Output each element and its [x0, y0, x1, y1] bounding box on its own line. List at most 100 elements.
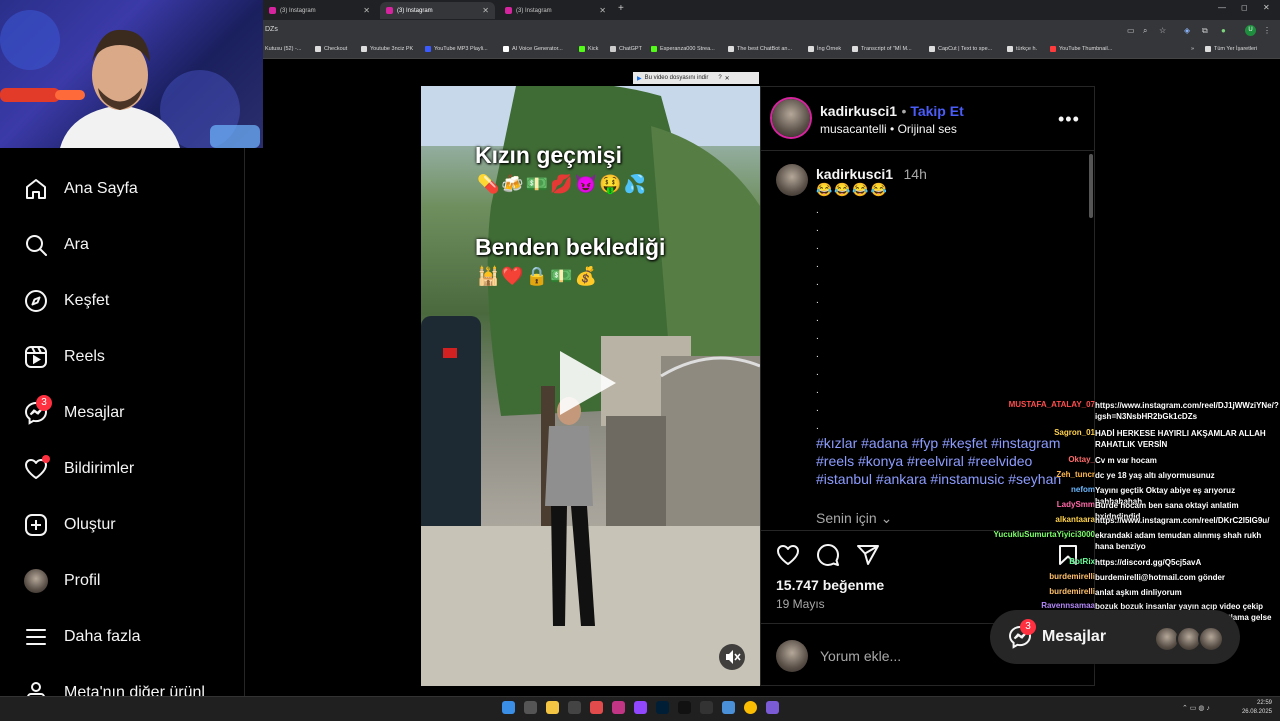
comment-icon[interactable] [816, 543, 840, 572]
close-tab-icon[interactable]: ✕ [599, 6, 606, 15]
tray-icons[interactable]: ⌃ ▭ ◍ ♪ [1182, 704, 1210, 712]
photoshop-icon[interactable] [656, 701, 669, 714]
kick-icon [651, 46, 657, 52]
likes-count[interactable]: 15.747 beğenme [776, 577, 884, 593]
compass-icon [24, 289, 48, 313]
plus-square-icon [24, 513, 48, 537]
video-emoji-line2: 🕌❤️🔒💵💰 [477, 266, 600, 286]
chatbot-icon [728, 46, 734, 52]
bookmark-item[interactable]: The best ChatBot an... [728, 46, 792, 52]
close-tab-icon[interactable]: ✕ [363, 6, 370, 15]
close-tab-icon[interactable]: ✕ [482, 6, 489, 15]
audio-info[interactable]: musacantelli • Orijinal ses [820, 122, 957, 136]
app-icon[interactable] [722, 701, 735, 714]
bookmark-item[interactable]: YouTube Thumbnail... [1050, 46, 1112, 52]
menu-icon [24, 625, 48, 649]
minimize-icon[interactable]: — [1218, 3, 1226, 12]
obs-icon[interactable] [568, 701, 581, 714]
sidebar-item-more[interactable]: Daha fazla [24, 625, 141, 649]
author-username[interactable]: kadirkusci1 [820, 103, 897, 119]
see-translation[interactable]: Senin için ⌄ [816, 510, 892, 527]
capcut-app-icon[interactable] [700, 701, 713, 714]
instagram-icon [269, 7, 276, 14]
sidebar-item-explore[interactable]: Keşfet [24, 289, 109, 313]
bookmark-item[interactable]: CapCut | Text to spe... [929, 46, 992, 52]
close-download-icon[interactable]: ✕ [725, 75, 730, 82]
video-download-bar[interactable]: ▶ Bu video dosyasını indir ? ✕ [633, 72, 759, 84]
twitch-icon[interactable] [634, 701, 647, 714]
messages-floating-button[interactable]: 3 Mesajlar [990, 610, 1240, 664]
opera-icon[interactable] [590, 701, 603, 714]
share-icon[interactable] [856, 543, 880, 572]
browser-tab[interactable]: (3) Instagram ✕ [499, 2, 612, 19]
comment-avatar[interactable] [776, 164, 808, 196]
sidebar-item-home[interactable]: Ana Sayfa [24, 177, 138, 201]
bookmark-item[interactable]: AI Voice Generator... [503, 46, 563, 52]
mute-button[interactable] [719, 644, 745, 670]
search-taskbar-icon[interactable] [524, 701, 537, 714]
extensions-puzzle-icon[interactable]: ⧉ [1202, 26, 1208, 36]
video-caption-line2: Benden beklediği [475, 234, 666, 260]
sidebar-item-profile[interactable]: Profil [24, 569, 100, 593]
sidebar-item-notifications[interactable]: Bildirimler [24, 455, 134, 481]
new-tab-button[interactable]: + [618, 3, 624, 14]
bookmark-item[interactable]: Kutusu (52) -... [265, 46, 301, 52]
zoom-icon[interactable]: ⌕ [1143, 26, 1147, 36]
bookmark-item[interactable]: ChatGPT [610, 46, 642, 52]
follow-button[interactable]: Takip Et [910, 103, 963, 119]
file-explorer-icon[interactable] [546, 701, 559, 714]
reel-video[interactable]: Kızın geçmişi 💊🍻💵💋😈🤑💦 Benden beklediği 🕌… [421, 86, 760, 686]
bookmark-star-icon[interactable]: ☆ [1159, 26, 1166, 35]
browser-tab[interactable]: (3) Instagram ✕ [263, 2, 376, 19]
bookmark-item[interactable]: Esperanza000 Strea... [651, 46, 715, 52]
bookmark-item[interactable]: Tüm Yer İşaretleri [1205, 46, 1257, 52]
extension-icon[interactable]: ◈ [1184, 26, 1190, 35]
author-avatar[interactable] [772, 99, 810, 137]
instagram-icon [505, 7, 512, 14]
url-text[interactable]: DZs [265, 26, 278, 33]
document-icon [852, 46, 858, 52]
taskbar-clock[interactable]: 22:59 26.08.2025 [1240, 699, 1272, 717]
cast-icon[interactable]: ▭ [1127, 26, 1135, 35]
windows-start-icon[interactable] [502, 701, 515, 714]
like-icon[interactable] [776, 543, 800, 572]
more-bookmarks-icon[interactable]: » [1191, 46, 1194, 52]
bookmark-item[interactable]: Checkout [315, 46, 347, 52]
messages-badge: 3 [36, 395, 52, 411]
comment-input[interactable]: Yorum ekle... [820, 648, 901, 664]
bookmark-item[interactable]: Transcript of "Mİ M... [852, 46, 912, 52]
instagram-app-icon[interactable] [612, 701, 625, 714]
video-emoji-line1: 💊🍻💵💋😈🤑💦 [477, 174, 648, 194]
bookmark-item[interactable]: Kick [579, 46, 598, 52]
browser-tab-active[interactable]: (3) Instagram ✕ [380, 2, 495, 19]
muted-speaker-icon [726, 650, 741, 664]
more-options-icon[interactable]: ••• [1058, 109, 1080, 130]
kick-icon [579, 46, 585, 52]
youtube-icon [425, 46, 431, 52]
caption-dots: ............. [816, 205, 819, 432]
bookmark-item[interactable]: İng Örnek [808, 46, 841, 52]
tiktok-icon[interactable] [678, 701, 691, 714]
play-icon[interactable] [560, 351, 616, 415]
extension-green-icon[interactable]: ● [1221, 26, 1226, 35]
app-icon[interactable] [766, 701, 779, 714]
close-window-icon[interactable]: ✕ [1263, 3, 1270, 12]
more-menu-icon[interactable]: ⋮ [1263, 26, 1271, 35]
messenger-icon: 3 [24, 395, 52, 425]
bookmark-item[interactable]: türkçe h. [1007, 46, 1037, 52]
scrollbar-thumb[interactable] [1089, 154, 1093, 218]
bookmark-item[interactable]: YouTube MP3 Playli... [425, 46, 488, 52]
maximize-icon[interactable]: ◻ [1241, 3, 1248, 12]
folder-icon [1007, 46, 1013, 52]
caption-username[interactable]: kadirkusci1 [816, 166, 893, 182]
sidebar-item-create[interactable]: Oluştur [24, 513, 116, 537]
help-icon[interactable]: ? [718, 75, 721, 81]
chrome-icon[interactable] [744, 701, 757, 714]
sidebar-item-messages[interactable]: 3 Mesajlar [24, 395, 124, 425]
stream-chat-overlay: MUSTAFA_ATALAY_07 https://www.instagram.c… [993, 400, 1279, 633]
profile-button[interactable]: U [1245, 25, 1256, 36]
bookmark-item[interactable]: Youtube 3nciz PK [361, 46, 413, 52]
sidebar-item-reels[interactable]: Reels [24, 345, 105, 369]
sidebar-item-search[interactable]: Ara [24, 233, 89, 257]
video-caption-line1: Kızın geçmişi [475, 142, 622, 168]
